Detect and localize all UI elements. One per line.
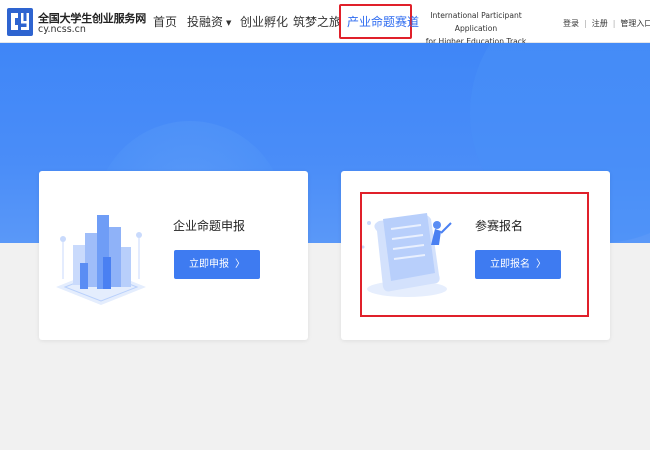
nav-investment[interactable]: 投融资 ▼ [187, 13, 231, 30]
divider: | [584, 19, 587, 28]
nav-industry-track[interactable]: 产业命题赛道 [347, 13, 419, 30]
nav-incubation-label: 创业孵化 [240, 15, 289, 29]
nav-dream-journey-label: 筑梦之旅 [293, 15, 342, 29]
nav-dream-journey[interactable]: 筑梦之旅 [293, 13, 341, 30]
top-header: 全国大学生创业服务网 cy.ncss.cn 首页 投融资 ▼ 创业孵化 筑梦之旅 … [0, 0, 650, 46]
intl-line-1: International Participant Application [430, 11, 522, 33]
registration-highlight-box [360, 192, 589, 317]
register-link[interactable]: 注册 [592, 19, 608, 28]
nav-home-label: 首页 [153, 15, 178, 29]
admin-link[interactable]: 管理入口 [620, 19, 650, 28]
nav-home[interactable]: 首页 [153, 13, 177, 30]
nav-incubation[interactable]: 创业孵化 [240, 13, 288, 30]
divider: | [612, 19, 616, 28]
city-buildings-icon [56, 215, 146, 305]
caret-down-icon: ▼ [226, 18, 232, 27]
chevron-right-icon: 〉 [235, 259, 245, 270]
apply-now-button[interactable]: 立即申报〉 [174, 250, 260, 279]
enterprise-proposal-card: 企业命题申报 立即申报〉 [39, 171, 308, 340]
nav-investment-label: 投融资 [187, 15, 224, 29]
card-title: 企业命题申报 [173, 219, 246, 233]
site-url[interactable]: cy.ncss.cn [38, 24, 86, 35]
site-logo-icon[interactable] [7, 8, 33, 36]
login-link[interactable]: 登录 [563, 19, 579, 28]
apply-now-label: 立即申报 [189, 259, 229, 270]
user-links: 登录 | 注册 | 管理入口 [563, 18, 650, 29]
